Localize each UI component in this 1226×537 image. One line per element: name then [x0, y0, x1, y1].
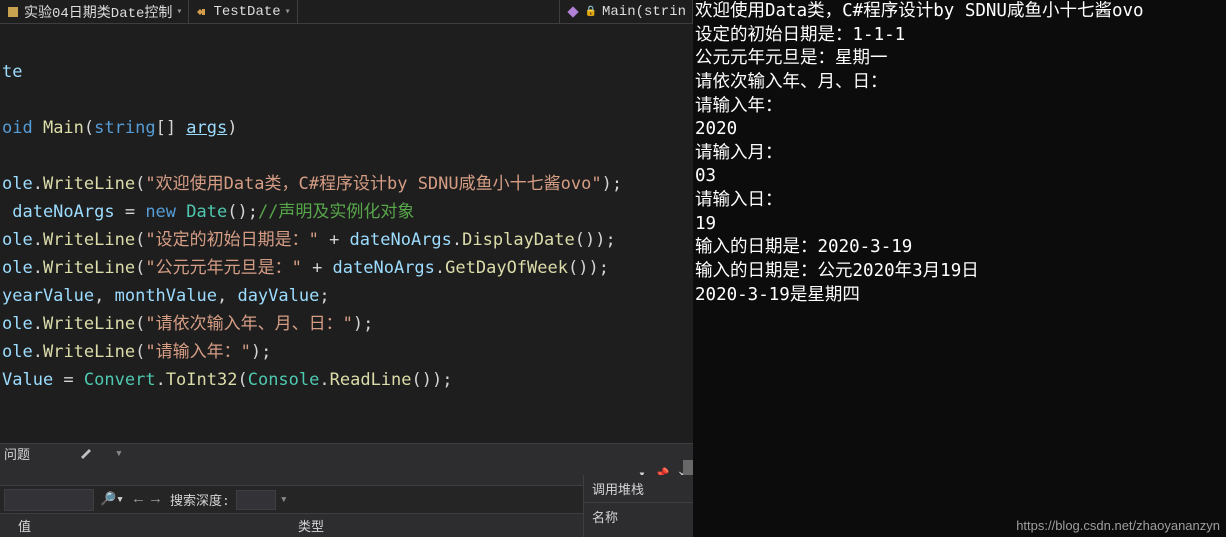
search-icon[interactable]: 🔎▾ [100, 492, 124, 507]
nav-forward-icon[interactable]: → [151, 491, 160, 508]
breadcrumb-method[interactable]: 🔒 Main(strin [559, 0, 693, 23]
chevron-down-icon: ▾ [176, 6, 182, 18]
console-line: 设定的初始日期是：1-1-1 [695, 24, 1224, 48]
console-line: 2020-3-19是星期四 [695, 284, 1224, 308]
depth-stepper-icon[interactable]: ▾ [280, 492, 288, 507]
chevron-down-icon[interactable]: ▾ [115, 446, 123, 461]
callstack-panel: 调用堆栈 名称 [583, 475, 693, 537]
search-depth-input[interactable] [236, 490, 276, 510]
breadcrumb-project-label: 实验04日期类Date控制 [24, 2, 172, 22]
console-line: 2020 [695, 118, 1224, 142]
brush-icon[interactable] [79, 447, 93, 461]
tab-problems[interactable]: 问题 [4, 444, 30, 463]
console-line: 请依次输入年、月、日： [695, 71, 1224, 95]
callstack-title: 调用堆栈 [584, 475, 693, 502]
console-line: 欢迎使用Data类，C#程序设计by SDNU咸鱼小十七酱ovo [695, 0, 1224, 24]
console-line: 输入的日期是：公元2020年3月19日 [695, 260, 1224, 284]
code-token: te [2, 62, 22, 82]
breadcrumb-method-label: Main(strin [602, 4, 686, 20]
method-icon [566, 5, 580, 19]
console-line: 请输入年： [695, 95, 1224, 119]
class-icon [195, 5, 209, 19]
col-value[interactable]: 值 [0, 516, 280, 535]
console-line: 公元元年元旦是：星期一 [695, 47, 1224, 71]
breadcrumb-bar: 实验04日期类Date控制 ▾ TestDate ▾ 🔒 Main(strin [0, 0, 693, 24]
console-output: 欢迎使用Data类，C#程序设计by SDNU咸鱼小十七酱ovo 设定的初始日期… [693, 0, 1226, 537]
search-input[interactable] [4, 489, 94, 511]
breadcrumb-class-label: TestDate [213, 4, 280, 20]
console-line: 请输入月： [695, 142, 1224, 166]
console-line: 输入的日期是：2020-3-19 [695, 236, 1224, 260]
ide-pane: 实验04日期类Date控制 ▾ TestDate ▾ 🔒 Main(strin … [0, 0, 693, 537]
console-line: 19 [695, 213, 1224, 237]
search-depth-label: 搜索深度: [170, 490, 230, 509]
console-line: 请输入日： [695, 189, 1224, 213]
code-editor[interactable]: te oid Main(string[] args) ole.WriteLine… [0, 24, 693, 443]
breadcrumb-class[interactable]: TestDate ▾ [189, 0, 297, 23]
callstack-col-name[interactable]: 名称 [584, 502, 693, 530]
project-icon [6, 5, 20, 19]
chevron-down-icon: ▾ [285, 6, 291, 18]
lock-icon: 🔒 [584, 5, 598, 19]
breadcrumb-project[interactable]: 实验04日期类Date控制 ▾ [0, 0, 189, 23]
nav-back-icon[interactable]: ← [134, 491, 143, 508]
bottom-tab-bar: 问题 ▾ [0, 443, 693, 463]
watermark-text: https://blog.csdn.net/zhaoyananzyn [1016, 517, 1220, 535]
console-line: 03 [695, 165, 1224, 189]
